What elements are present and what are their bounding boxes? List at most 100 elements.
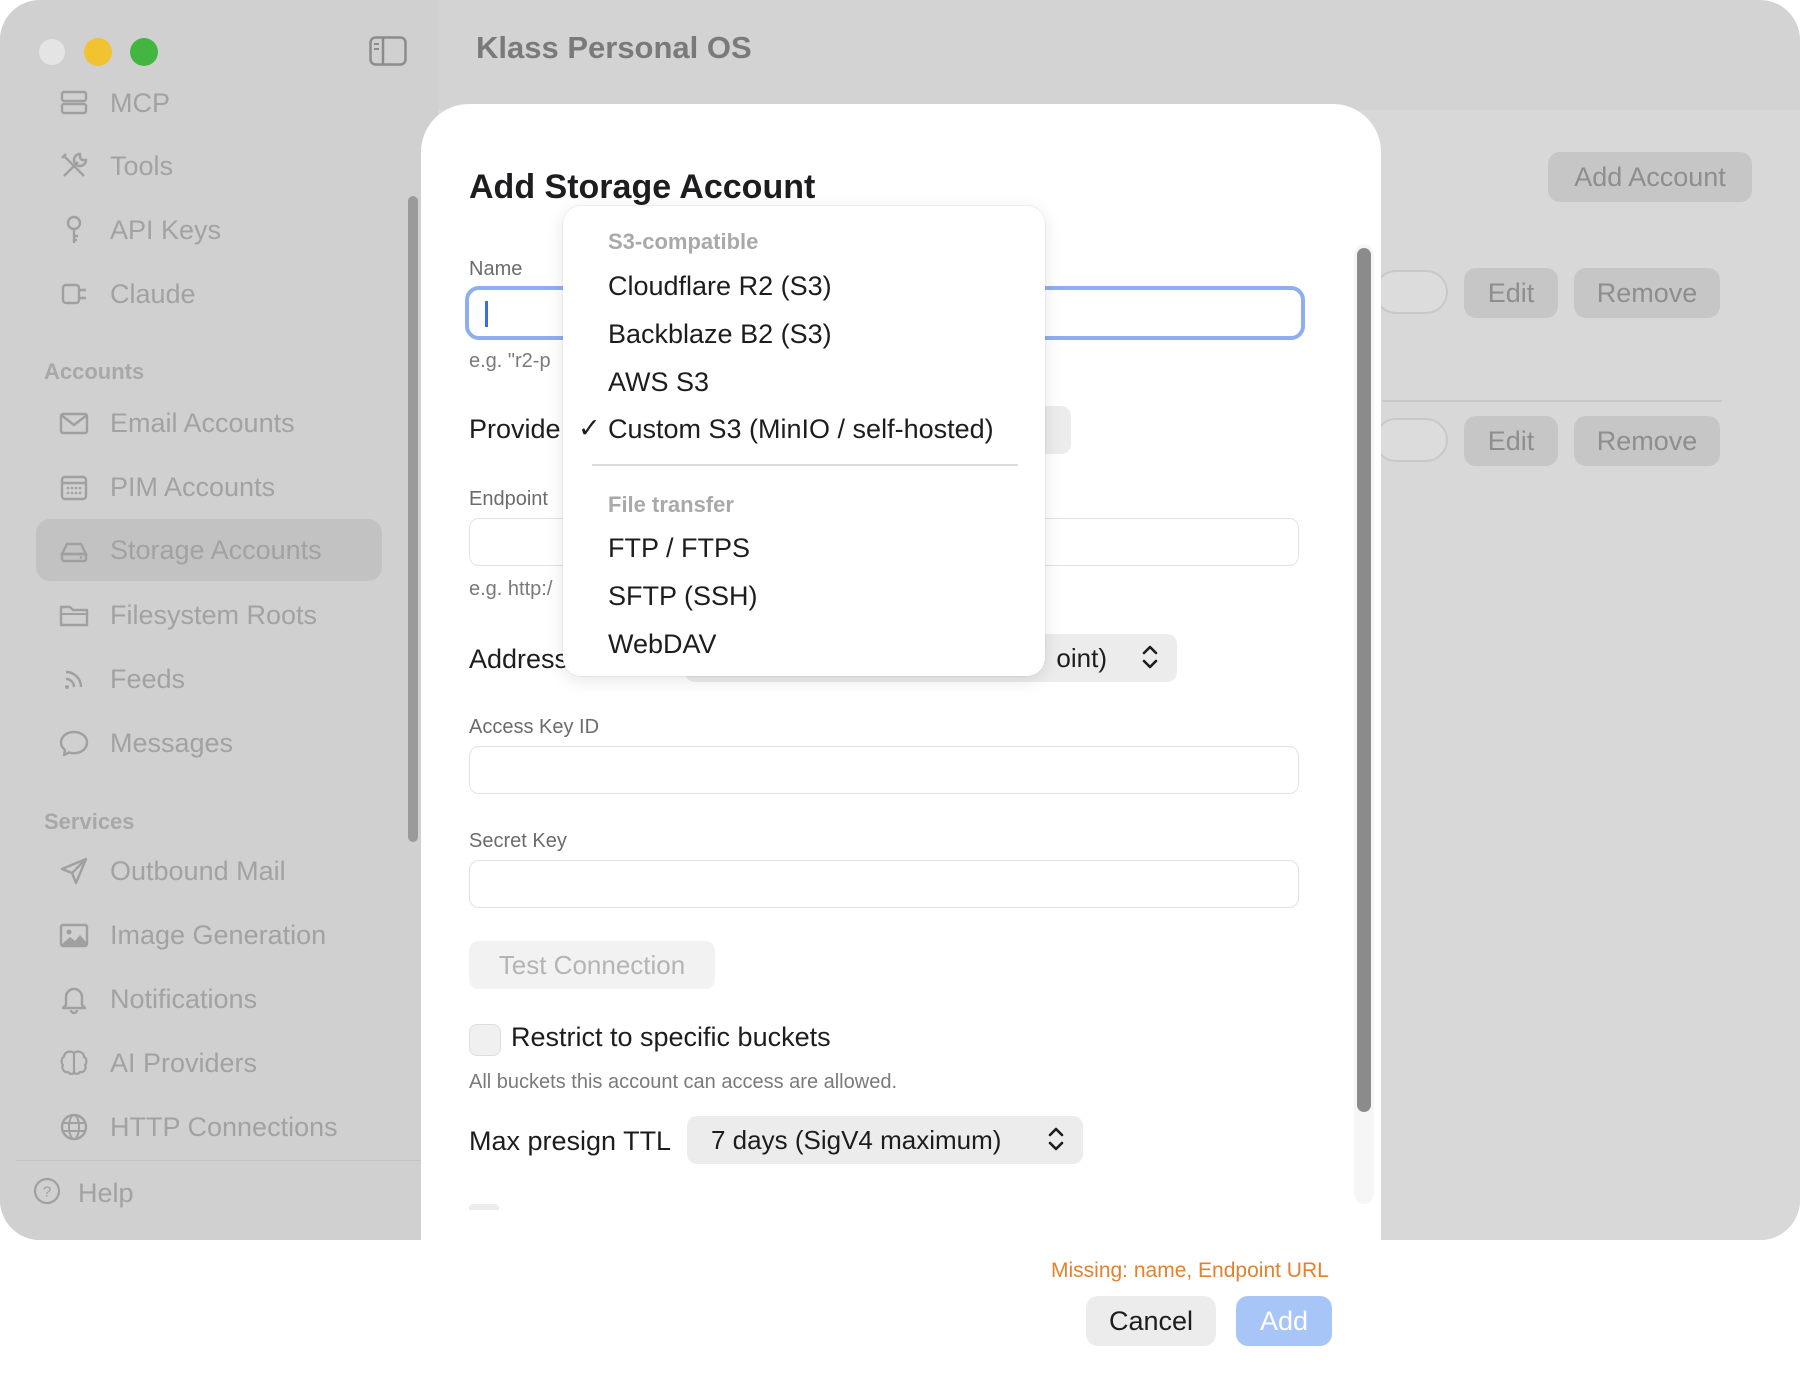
restrict-buckets-label: Restrict to specific buckets (511, 1022, 831, 1052)
test-connection-button[interactable]: Test Connection (469, 941, 715, 989)
menu-item-custom-s3[interactable]: Custom S3 (MinIO / self-hosted) (608, 414, 994, 445)
close-window-button[interactable] (38, 38, 66, 66)
sidebar-scrollbar[interactable] (408, 196, 418, 842)
sidebar-item-label: Email Accounts (110, 407, 295, 438)
drive-icon (56, 532, 92, 568)
sidebar-item-label: HTTP Connections (110, 1111, 338, 1142)
menu-item-ftp[interactable]: FTP / FTPS (608, 533, 750, 564)
globe-icon (56, 1109, 92, 1145)
sidebar-section-services: Services (44, 809, 135, 834)
sidebar-item-label: Feeds (110, 663, 186, 694)
restrict-buckets-checkbox[interactable] (469, 1024, 501, 1056)
restrict-buckets-hint: All buckets this account can access are … (469, 1071, 897, 1093)
add-account-button[interactable]: Add Account (1548, 152, 1752, 202)
sidebar-item-image-generation[interactable]: Image Generation (36, 904, 382, 966)
brain-icon (56, 1045, 92, 1081)
rss-icon (56, 661, 92, 697)
secret-key-field[interactable] (469, 860, 1299, 908)
folder-icon (56, 597, 92, 633)
add-button[interactable]: Add (1236, 1296, 1332, 1346)
sidebar-item-pim-accounts[interactable]: PIM Accounts (36, 456, 382, 518)
sidebar-item-tools[interactable]: Tools (36, 135, 382, 197)
access-key-field[interactable] (469, 746, 1299, 794)
menu-item-cloudflare-r2[interactable]: Cloudflare R2 (S3) (608, 271, 832, 302)
sidebar-item-label: Filesystem Roots (110, 599, 318, 630)
sidebar-item-label: MCP (110, 87, 170, 118)
sheet-title: Add Storage Account (469, 168, 816, 206)
sidebar-item-mcp[interactable]: MCP (36, 72, 382, 134)
address-label: Address (469, 644, 569, 674)
minimize-window-button[interactable] (84, 38, 112, 66)
edit-button[interactable]: Edit (1464, 268, 1558, 318)
calendar-icon (56, 469, 92, 505)
question-circle-icon: ? (32, 1176, 62, 1211)
sidebar: MCP Tools API Keys Claude Accounts Email… (0, 0, 438, 1240)
sidebar-item-label: Outbound Mail (110, 855, 286, 886)
menu-section-s3-compatible: S3-compatible (608, 229, 759, 254)
chat-bubble-icon (56, 725, 92, 761)
ttl-label: Max presign TTL (469, 1126, 672, 1156)
remove-button[interactable]: Remove (1574, 416, 1720, 466)
cancel-button[interactable]: Cancel (1086, 1296, 1216, 1346)
sidebar-divider (16, 1160, 422, 1161)
addressing-style-value: oint) (1056, 642, 1107, 673)
sidebar-item-label: API Keys (110, 214, 222, 245)
sidebar-item-messages[interactable]: Messages (36, 712, 382, 774)
sidebar-item-label: Notifications (110, 983, 258, 1014)
sidebar-item-notifications[interactable]: Notifications (36, 968, 382, 1030)
sidebar-item-label: Storage Accounts (110, 534, 322, 565)
account-toggle[interactable] (1374, 418, 1448, 462)
menu-item-backblaze-b2[interactable]: Backblaze B2 (S3) (608, 319, 832, 350)
chevron-up-down-icon (1141, 642, 1159, 672)
endpoint-label: Endpoint (469, 488, 548, 510)
server-icon (56, 85, 92, 121)
window-title: Klass Personal OS (476, 30, 752, 65)
envelope-icon (56, 405, 92, 441)
help-button[interactable]: ? Help (32, 1176, 134, 1211)
menu-item-aws-s3[interactable]: AWS S3 (608, 367, 709, 398)
sidebar-item-outbound-mail[interactable]: Outbound Mail (36, 840, 382, 902)
row-divider (1382, 400, 1722, 402)
validation-message: Missing: name, Endpoint URL (1051, 1259, 1329, 1282)
key-icon (56, 212, 92, 248)
tools-icon (56, 148, 92, 184)
account-toggle[interactable] (1374, 270, 1448, 314)
edit-button[interactable]: Edit (1464, 416, 1558, 466)
menu-item-sftp[interactable]: SFTP (SSH) (608, 581, 758, 612)
sidebar-item-claude[interactable]: Claude (36, 263, 382, 325)
sidebar-section-accounts: Accounts (44, 359, 145, 384)
sidebar-item-ai-providers[interactable]: AI Providers (36, 1032, 382, 1094)
help-label: Help (78, 1178, 134, 1208)
ttl-value: 7 days (SigV4 maximum) (711, 1124, 1002, 1155)
sidebar-item-label: PIM Accounts (110, 471, 276, 502)
checkmark-icon: ✓ (578, 413, 601, 443)
remove-button[interactable]: Remove (1574, 268, 1720, 318)
photo-icon (56, 917, 92, 953)
menu-section-file-transfer: File transfer (608, 492, 734, 517)
chevron-up-down-icon (1047, 1124, 1065, 1154)
menu-item-webdav[interactable]: WebDAV (608, 629, 717, 660)
zoom-window-button[interactable] (130, 38, 158, 66)
plug-icon (56, 276, 92, 312)
sidebar-item-label: Claude (110, 278, 196, 309)
provider-menu: S3-compatible Cloudflare R2 (S3) Backbla… (563, 206, 1045, 676)
sidebar-item-storage-accounts[interactable]: Storage Accounts (36, 519, 382, 581)
name-label: Name (469, 258, 523, 280)
endpoint-hint: e.g. http:/ (469, 578, 553, 600)
sidebar-item-email-accounts[interactable]: Email Accounts (36, 392, 382, 454)
ttl-popup[interactable]: 7 days (SigV4 maximum) (687, 1116, 1083, 1164)
bell-icon (56, 981, 92, 1017)
sidebar-item-feeds[interactable]: Feeds (36, 648, 382, 710)
name-hint: e.g. "r2-p (469, 350, 551, 372)
access-key-label: Access Key ID (469, 716, 600, 738)
paper-plane-icon (56, 853, 92, 889)
sidebar-item-label: Tools (110, 150, 174, 181)
sheet-scrollbar[interactable] (1357, 248, 1371, 1112)
sidebar-item-api-keys[interactable]: API Keys (36, 199, 382, 261)
menu-separator (592, 464, 1018, 466)
partial-checkbox[interactable] (469, 1204, 499, 1210)
sidebar-item-http-connections[interactable]: HTTP Connections (36, 1096, 382, 1158)
sidebar-toggle-icon[interactable] (369, 36, 407, 66)
sidebar-item-filesystem-roots[interactable]: Filesystem Roots (36, 584, 382, 646)
sidebar-item-label: AI Providers (110, 1047, 258, 1078)
